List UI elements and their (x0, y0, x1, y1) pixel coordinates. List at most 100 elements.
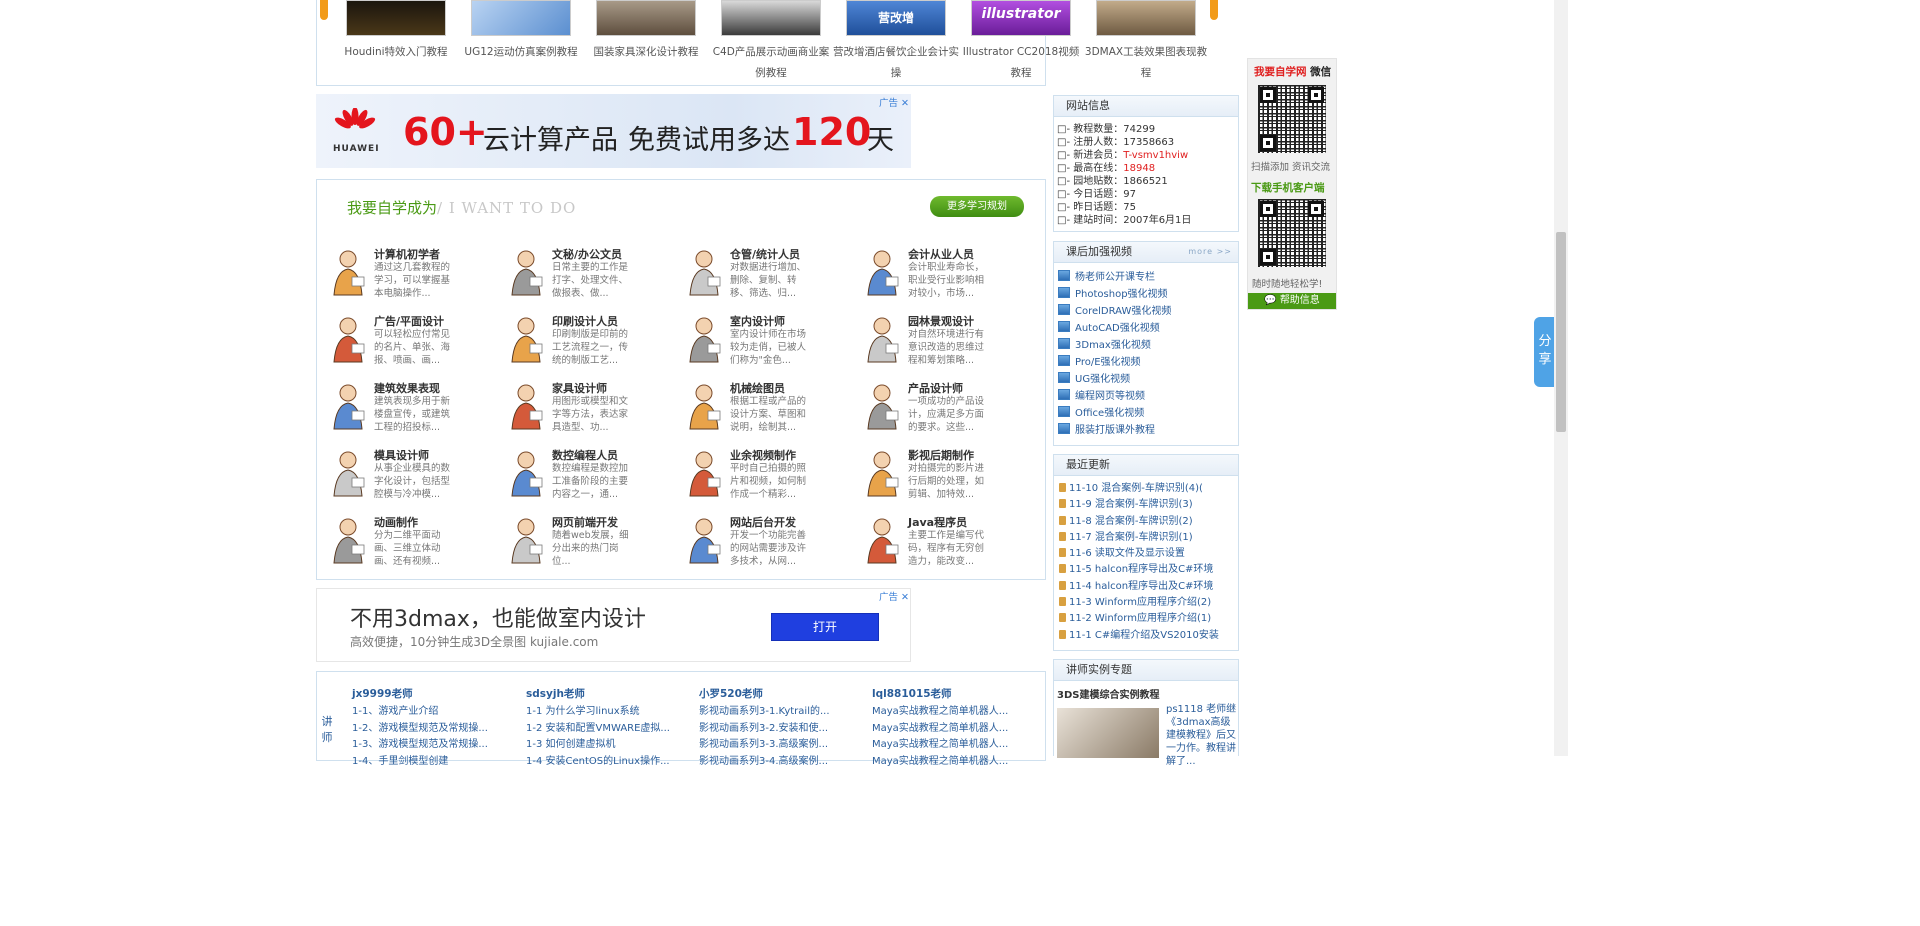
carousel-caption[interactable]: 营改增酒店餐饮企业会计实操 (833, 42, 959, 84)
video-link[interactable]: UG强化视频 (1054, 371, 1238, 388)
lecturer-topic-subtitle[interactable]: 3DS建模综合实例教程 (1057, 686, 1159, 701)
career-name[interactable]: 机械绘图员 (730, 380, 785, 396)
more-learning-plan-button[interactable]: 更多学习规划 (930, 196, 1024, 217)
lesson-link[interactable]: 1-2 安装和配置VMWARE虚拟... (526, 719, 686, 736)
career-name[interactable]: 仓管/统计人员 (730, 246, 800, 262)
career-name[interactable]: 网站后台开发 (730, 514, 796, 530)
update-link[interactable]: 11-3 Winform应用程序介绍(2) (1054, 595, 1238, 611)
carousel-next-arrow[interactable] (1210, 0, 1218, 20)
lecturer-topic-text[interactable]: ps1118 老师继《3dmax高级建模教程》后又一力作。教程讲解了... (1166, 703, 1238, 768)
carousel-caption[interactable]: UG12运动仿真案例教程 (458, 42, 584, 63)
video-link[interactable]: 编程网页等视频 (1054, 388, 1238, 405)
career-item[interactable]: 网站后台开发 开发一个功能完善的网站需要涉及许多技术，从网... (684, 515, 844, 575)
lesson-link[interactable]: 1-3、游戏模型规范及常规操... (352, 735, 512, 752)
thumbnail-image[interactable] (346, 0, 446, 36)
lesson-link[interactable]: Maya实战教程之简单机器人... (872, 719, 1032, 736)
carousel-caption[interactable]: Illustrator CC2018视频教程 (958, 42, 1084, 84)
video-link[interactable]: 服装打版课外教程 (1054, 422, 1238, 439)
carousel-caption[interactable]: C4D产品展示动画商业案例教程 (708, 42, 834, 84)
career-name[interactable]: 模具设计师 (374, 447, 429, 463)
video-link[interactable]: Office强化视频 (1054, 405, 1238, 422)
carousel-prev-arrow[interactable] (320, 0, 328, 20)
video-link[interactable]: CorelDRAW强化视频 (1054, 303, 1238, 320)
lesson-link[interactable]: Maya实战教程之简单机器人... (872, 702, 1032, 719)
lesson-link[interactable]: 影视动画系列3-1.Kytrail的... (699, 702, 859, 719)
thumbnail-image[interactable] (596, 0, 696, 36)
scrollbar-thumb[interactable] (1556, 232, 1566, 432)
career-item[interactable]: 园林景观设计 对自然环境进行有意识改造的思维过程和筹划策略... (862, 314, 1022, 374)
career-name[interactable]: 影视后期制作 (908, 447, 974, 463)
thumbnail-image[interactable]: illustrator (971, 0, 1071, 36)
career-name[interactable]: 产品设计师 (908, 380, 963, 396)
career-name[interactable]: 业余视频制作 (730, 447, 796, 463)
lesson-link[interactable]: 影视动画系列3-4.高级案例... (699, 752, 859, 769)
update-link[interactable]: 11-5 halcon程序导出及C#环境 (1054, 562, 1238, 578)
career-item[interactable]: 网页前端开发 随着web发展，细分出来的热门岗位... (506, 515, 666, 575)
video-link[interactable]: AutoCAD强化视频 (1054, 320, 1238, 337)
thumbnail-image[interactable] (721, 0, 821, 36)
update-link[interactable]: 11-7 混合案例-车牌识别(1) (1054, 530, 1238, 546)
career-name[interactable]: 印刷设计人员 (552, 313, 618, 329)
close-icon[interactable]: ✕ (901, 98, 909, 109)
update-link[interactable]: 11-2 Winform应用程序介绍(1) (1054, 611, 1238, 627)
career-item[interactable]: 计算机初学者 通过这几套教程的学习，可以掌握基本电脑操作... (328, 247, 488, 307)
career-item[interactable]: 模具设计师 从事企业模具的数字化设计，包括型腔模与冷冲模... (328, 448, 488, 508)
carousel-caption[interactable]: 3DMAX工装效果图表现教程 (1083, 42, 1209, 84)
teacher-name[interactable]: jx9999老师 (352, 686, 512, 702)
career-name[interactable]: 建筑效果表现 (374, 380, 440, 396)
close-icon[interactable]: ✕ (901, 592, 909, 603)
career-item[interactable]: 业余视频制作 平时自己拍摄的照片和视频，如何制作成一个精彩... (684, 448, 844, 508)
huawei-cloud-ad[interactable]: 广告 ✕ HUAWEI 60+ 云计算产品 免费试用多达 120 天 (316, 94, 911, 168)
teacher-name[interactable]: 小罗520老师 (699, 686, 859, 702)
career-item[interactable]: 仓管/统计人员 对数据进行增加、删除、复制、转移、筛选、归... (684, 247, 844, 307)
share-tab[interactable]: 分享 (1534, 317, 1556, 387)
teacher-name[interactable]: lql881015老师 (872, 686, 1032, 702)
update-link[interactable]: 11-9 混合案例-车牌识别(3) (1054, 497, 1238, 513)
career-name[interactable]: 广告/平面设计 (374, 313, 444, 329)
lesson-link[interactable]: 影视动画系列3-2.安装和使... (699, 719, 859, 736)
thumbnail-image[interactable] (1096, 0, 1196, 36)
video-link[interactable]: 3Dmax强化视频 (1054, 337, 1238, 354)
update-link[interactable]: 11-1 C#编程介绍及VS2010安装 (1054, 628, 1238, 644)
career-item[interactable]: 广告/平面设计 可以轻松应付常见的名片、单张、海报、喷画、画... (328, 314, 488, 374)
lesson-link[interactable]: 1-4、手里剑模型创建 (352, 752, 512, 769)
career-item[interactable]: 机械绘图员 根据工程或产品的设计方案、草图和说明，绘制其... (684, 381, 844, 441)
lesson-link[interactable]: 影视动画系列3-3.高级案例... (699, 735, 859, 752)
kujiale-ad[interactable]: 广告 ✕ 不用3dmax，也能做室内设计 高效便捷，10分钟生成3D全景图 ku… (316, 588, 911, 662)
lesson-link[interactable]: 1-1 为什么学习linux系统 (526, 702, 686, 719)
lesson-link[interactable]: 1-4 安装CentOS的Linux操作... (526, 752, 686, 769)
topic-thumbnail[interactable] (1057, 708, 1159, 758)
video-link[interactable]: 杨老师公开课专栏 (1054, 269, 1238, 286)
career-item[interactable]: 室内设计师 室内设计师在市场较为走俏，已被人们称为"金色... (684, 314, 844, 374)
thumbnail-image[interactable] (471, 0, 571, 36)
career-name[interactable]: 室内设计师 (730, 313, 785, 329)
videos-more-link[interactable]: more >> (1188, 242, 1232, 262)
career-name[interactable]: 园林景观设计 (908, 313, 974, 329)
update-link[interactable]: 11-4 halcon程序导出及C#环境 (1054, 579, 1238, 595)
carousel-caption[interactable]: 国装家具深化设计教程 (583, 42, 709, 63)
open-button[interactable]: 打开 (771, 613, 879, 641)
career-name[interactable]: 动画制作 (374, 514, 418, 530)
career-item[interactable]: 印刷设计人员 印刷制版是印前的工艺流程之一，传统的制版工艺... (506, 314, 666, 374)
career-name[interactable]: 文秘/办公文员 (552, 246, 622, 262)
career-item[interactable]: 会计从业人员 会计职业寿命长，职业受行业影响相对较小，市场... (862, 247, 1022, 307)
career-name[interactable]: 会计从业人员 (908, 246, 974, 262)
career-name[interactable]: 家具设计师 (552, 380, 607, 396)
lesson-link[interactable]: 1-1、游戏产业介绍 (352, 702, 512, 719)
career-name[interactable]: 计算机初学者 (374, 246, 440, 262)
career-name[interactable]: 网页前端开发 (552, 514, 618, 530)
career-item[interactable]: 建筑效果表现 建筑表现多用于新楼盘宣传，或建筑工程的招投标... (328, 381, 488, 441)
career-item[interactable]: 动画制作 分为二维平面动画、三维立体动画、还有视频... (328, 515, 488, 575)
lesson-link[interactable]: 1-3 如何创建虚拟机 (526, 735, 686, 752)
career-item[interactable]: 产品设计师 一项成功的产品设计，应满足多方面的要求。这些... (862, 381, 1022, 441)
update-link[interactable]: 11-6 读取文件及显示设置 (1054, 546, 1238, 562)
career-item[interactable]: 家具设计师 用图形或模型和文字等方法，表达家具造型、功... (506, 381, 666, 441)
lesson-link[interactable]: Maya实战教程之简单机器人... (872, 735, 1032, 752)
teacher-name[interactable]: sdsyjh老师 (526, 686, 686, 702)
update-link[interactable]: 11-8 混合案例-车牌识别(2) (1054, 514, 1238, 530)
career-item[interactable]: 文秘/办公文员 日常主要的工作是打字、处理文件、做报表、做... (506, 247, 666, 307)
career-item[interactable]: 影视后期制作 对拍摄完的影片进行后期的处理，如剪辑、加特效... (862, 448, 1022, 508)
lesson-link[interactable]: 1-2、游戏模型规范及常规操... (352, 719, 512, 736)
help-button[interactable]: 💬 帮助信息 (1248, 293, 1336, 309)
career-name[interactable]: Java程序员 (908, 514, 967, 530)
